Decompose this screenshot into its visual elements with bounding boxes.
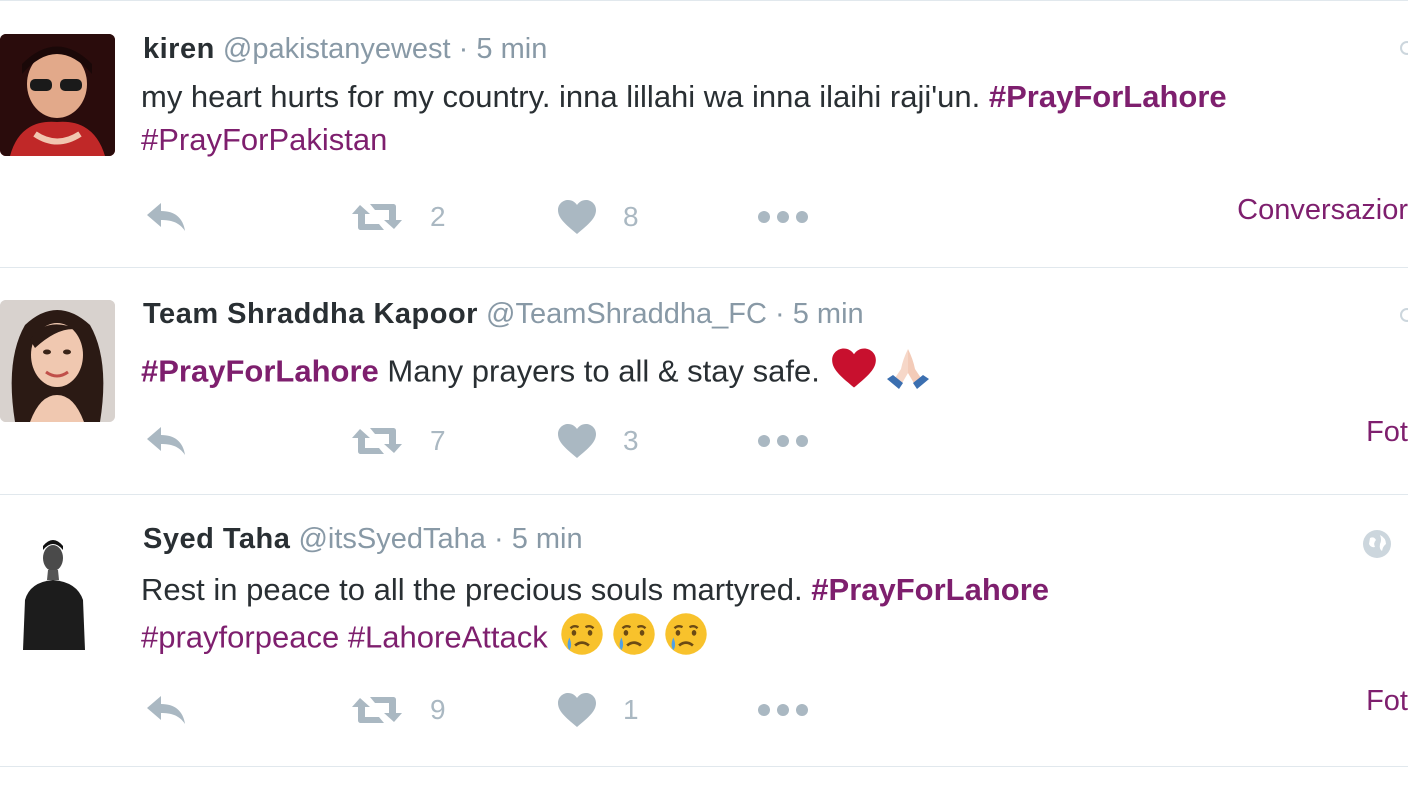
retweet-button[interactable]: 9	[350, 690, 446, 730]
user-handle[interactable]: @TeamShraddha_FC	[486, 298, 767, 330]
tweet-actions: 2 8	[145, 197, 845, 237]
tweet[interactable]: kiren @pakistanyewest · 5 min my heart h…	[0, 0, 1408, 268]
text-fragment: Many prayers to all & stay safe.	[378, 353, 829, 389]
reply-icon	[145, 425, 189, 457]
like-count: 8	[623, 201, 639, 232]
separator: ·	[458, 33, 469, 65]
like-button[interactable]: 1	[557, 690, 639, 730]
hashtag[interactable]: #PrayForPakistan	[141, 122, 387, 157]
hashtag[interactable]: #prayforpeace	[141, 620, 339, 655]
tweet-header: Syed Taha @itsSyedTaha · 5 min	[143, 523, 583, 556]
more-icon	[757, 210, 809, 224]
hashtag[interactable]: #PrayForLahore	[141, 354, 379, 389]
timestamp[interactable]: 5 min	[793, 298, 864, 330]
like-button[interactable]: 8	[557, 197, 639, 237]
user-name[interactable]: Syed Taha	[143, 523, 290, 555]
heart-icon	[557, 692, 597, 728]
more-icon	[757, 703, 809, 717]
retweet-icon	[350, 201, 404, 233]
more-button[interactable]	[757, 690, 809, 730]
reply-button[interactable]	[145, 197, 189, 237]
user-handle[interactable]: @pakistanyewest	[223, 33, 451, 65]
retweet-count: 7	[430, 425, 446, 456]
tweet-actions: 7 3	[145, 421, 845, 461]
tweet-text: my heart hurts for my country. inna lill…	[141, 75, 1401, 161]
like-button[interactable]: 3	[557, 421, 639, 461]
user-name[interactable]: kiren	[143, 33, 215, 65]
avatar[interactable]	[0, 34, 115, 156]
more-button[interactable]	[757, 421, 809, 461]
photo-link[interactable]: Fot	[1366, 416, 1408, 449]
caret-icon[interactable]	[1400, 41, 1408, 55]
heart-icon	[557, 199, 597, 235]
retweet-count: 9	[430, 694, 446, 725]
user-name[interactable]: Team Shraddha Kapoor	[143, 298, 478, 330]
like-count: 3	[623, 425, 639, 456]
reply-icon	[145, 694, 189, 726]
user-handle[interactable]: @itsSyedTaha	[298, 523, 485, 555]
hashtag[interactable]: #PrayForLahore	[811, 572, 1049, 607]
like-count: 1	[623, 694, 639, 725]
reply-icon	[145, 201, 189, 233]
tweet-header: Team Shraddha Kapoor @TeamShraddha_FC · …	[143, 298, 864, 331]
tweet-header: kiren @pakistanyewest · 5 min	[143, 33, 547, 66]
crying-face-emoji	[559, 611, 605, 668]
crying-face-emoji	[611, 611, 657, 668]
separator: ·	[493, 523, 504, 555]
hashtag[interactable]: #PrayForLahore	[989, 79, 1227, 114]
reply-button[interactable]	[145, 421, 189, 461]
tweet-text: Rest in peace to all the precious souls …	[141, 568, 1401, 668]
folded-hands-emoji	[883, 345, 933, 402]
retweet-button[interactable]: 7	[350, 421, 446, 461]
caret-icon[interactable]	[1400, 308, 1408, 322]
retweet-count: 2	[430, 201, 446, 232]
globe-icon	[1362, 529, 1392, 564]
timestamp[interactable]: 5 min	[512, 523, 583, 555]
text-fragment: my heart hurts for my country. inna lill…	[141, 79, 989, 114]
crying-face-emoji	[663, 611, 709, 668]
photo-link[interactable]: Fot	[1366, 685, 1408, 718]
retweet-icon	[350, 425, 404, 457]
tweet[interactable]: Syed Taha @itsSyedTaha · 5 min Rest in p…	[0, 495, 1408, 767]
tweet-text: #PrayForLahore Many prayers to all & sta…	[141, 345, 1401, 402]
conversation-link[interactable]: Conversazior	[1237, 194, 1408, 227]
more-icon	[757, 434, 809, 448]
avatar[interactable]	[0, 300, 115, 422]
avatar[interactable]	[5, 530, 105, 655]
red-heart-emoji	[831, 347, 877, 400]
tweet-actions: 9 1	[145, 690, 845, 730]
retweet-icon	[350, 694, 404, 726]
tweet[interactable]: Team Shraddha Kapoor @TeamShraddha_FC · …	[0, 268, 1408, 495]
separator: ·	[775, 298, 785, 330]
hashtag[interactable]: #LahoreAttack	[348, 620, 548, 655]
heart-icon	[557, 423, 597, 459]
reply-button[interactable]	[145, 690, 189, 730]
timestamp[interactable]: 5 min	[476, 33, 547, 65]
text-fragment: Rest in peace to all the precious souls …	[141, 572, 812, 607]
retweet-button[interactable]: 2	[350, 197, 446, 237]
more-button[interactable]	[757, 197, 809, 237]
